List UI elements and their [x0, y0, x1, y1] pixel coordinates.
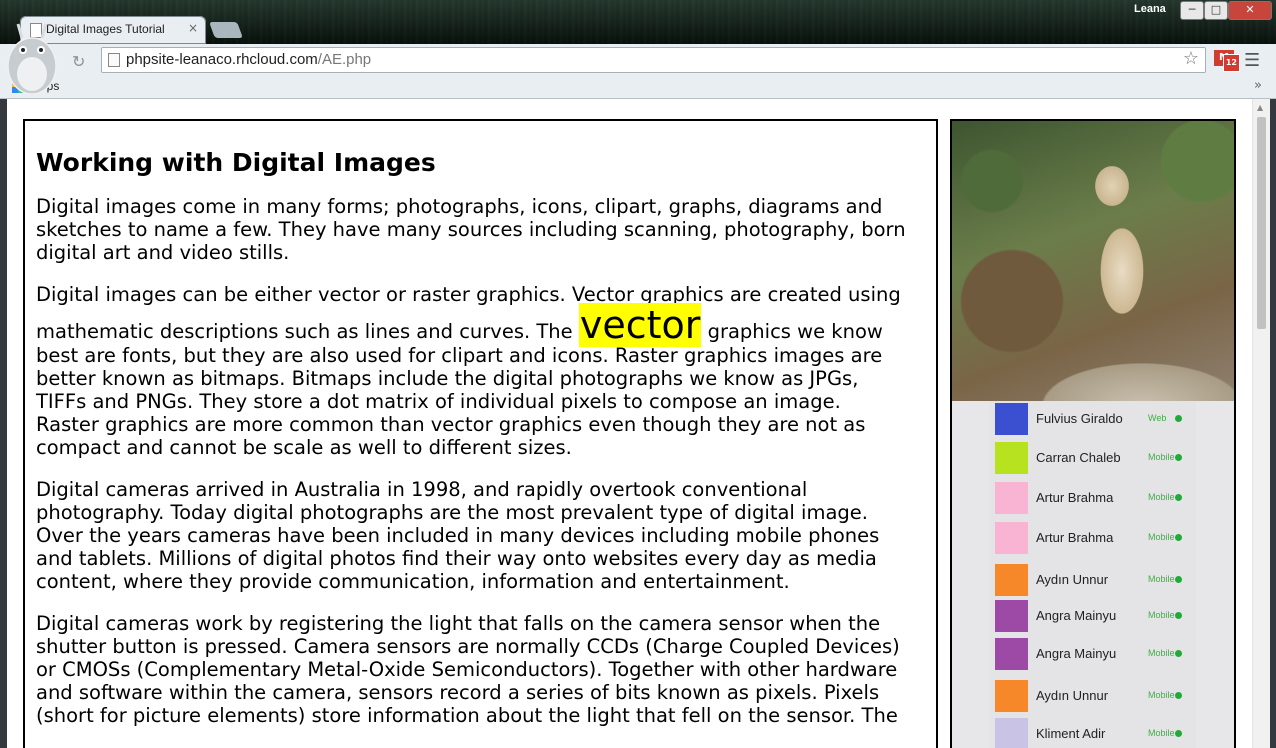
sidebar-panel: Fulvius Giraldo Web Carran Chaleb Mobile Art… [950, 119, 1236, 748]
user-list-item[interactable]: Aydın Unnur Mobile [990, 678, 1196, 716]
user-status-label: Mobile [1148, 574, 1175, 584]
article-panel: Working with Digital Images Digital imag… [23, 119, 938, 748]
avatar [995, 522, 1028, 554]
scrollbar-thumb[interactable] [1257, 117, 1266, 329]
online-dot-icon [1175, 454, 1182, 461]
url-host: phpsite-leanaco.rhcloud.com [126, 51, 318, 68]
online-dot-icon [1175, 494, 1182, 501]
user-name: Fulvius Giraldo [1036, 411, 1123, 426]
user-list-item[interactable]: Artur Brahma Mobile [990, 520, 1196, 558]
avatar [995, 638, 1028, 670]
user-status-label: Mobile [1148, 492, 1175, 502]
page-viewport: Working with Digital Images Digital imag… [7, 99, 1270, 748]
online-users-list: Fulvius Giraldo Web Carran Chaleb Mobile Art… [990, 401, 1196, 748]
bookmarks-bar: Apps » [0, 76, 1276, 99]
bookmark-star-icon[interactable]: ☆ [1183, 48, 1199, 69]
user-name: Aydın Unnur [1036, 572, 1109, 587]
meerkat-photo [952, 121, 1234, 401]
user-status-label: Mobile [1148, 648, 1175, 658]
user-status-label: Mobile [1148, 610, 1175, 620]
user-list-item[interactable]: Carran Chaleb Mobile [990, 440, 1196, 478]
page-title: Working with Digital Images [36, 148, 436, 177]
url-text[interactable]: phpsite-leanaco.rhcloud.com/AE.php [126, 51, 371, 68]
url-path: /AE.php [317, 51, 372, 68]
user-list-item[interactable]: Kliment Adir Mobile [990, 716, 1196, 748]
page-info-icon[interactable] [108, 53, 120, 67]
online-dot-icon [1175, 692, 1182, 699]
gmail-extension-icon[interactable]: M12 [1214, 50, 1240, 72]
user-status-label: Mobile [1148, 728, 1175, 738]
online-dot-icon [1175, 415, 1182, 422]
online-dot-icon [1175, 612, 1182, 619]
avatar [995, 442, 1028, 474]
tab-close-icon[interactable]: × [188, 21, 198, 35]
avatar [995, 403, 1028, 435]
user-list-item[interactable]: Artur Brahma Mobile [990, 480, 1196, 518]
avatar [995, 680, 1028, 712]
avatar [995, 718, 1028, 748]
new-tab-button[interactable] [209, 22, 243, 38]
user-list-item[interactable]: Fulvius Giraldo Web [990, 401, 1196, 439]
user-status-label: Web [1148, 413, 1167, 423]
totoro-theme-icon [7, 23, 57, 95]
user-list-item[interactable]: Angra Mainyu Mobile [990, 636, 1196, 674]
avatar [995, 482, 1028, 514]
online-dot-icon [1175, 576, 1182, 583]
user-name: Angra Mainyu [1036, 608, 1117, 623]
bookmarks-overflow-icon[interactable]: » [1254, 78, 1262, 93]
user-list-item[interactable]: Aydın Unnur Mobile [990, 562, 1196, 600]
browser-menu-icon[interactable]: ☰ [1244, 50, 1260, 71]
close-window-button[interactable]: ✕ [1228, 1, 1272, 20]
user-status-label: Mobile [1148, 532, 1175, 542]
profile-name[interactable]: Leana [1134, 3, 1166, 15]
online-dot-icon [1175, 650, 1182, 657]
user-name: Artur Brahma [1036, 530, 1114, 545]
online-dot-icon [1175, 730, 1182, 737]
user-name: Artur Brahma [1036, 490, 1114, 505]
avatar [995, 564, 1028, 596]
user-list-item[interactable]: Angra Mainyu Mobile [990, 598, 1196, 636]
minimize-button[interactable]: ─ [1180, 1, 1204, 20]
reload-icon[interactable]: ↻ [72, 52, 85, 71]
gmail-unread-count: 12 [1222, 54, 1240, 72]
paragraph-intro: Digital images come in many forms; photo… [36, 195, 906, 264]
paragraph-vector-raster: Digital images can be either vector or r… [36, 283, 906, 459]
user-name: Kliment Adir [1036, 726, 1106, 741]
address-bar[interactable]: phpsite-leanaco.rhcloud.com/AE.php ☆ [101, 47, 1206, 73]
article-body: Digital images come in many forms; photo… [36, 195, 906, 746]
scroll-up-icon[interactable]: ▲ [1257, 103, 1263, 112]
user-status-label: Mobile [1148, 690, 1175, 700]
user-name: Carran Chaleb [1036, 450, 1121, 465]
online-dot-icon [1175, 534, 1182, 541]
maximize-button[interactable]: □ [1204, 1, 1228, 20]
paragraph-sensors: Digital cameras work by registering the … [36, 612, 900, 727]
page-scrollbar[interactable]: ▲ [1252, 99, 1270, 748]
paragraph-cameras: Digital cameras arrived in Australia in … [36, 478, 880, 593]
user-name: Angra Mainyu [1036, 646, 1117, 661]
avatar [995, 600, 1028, 632]
tab-title: Digital Images Tutorial [46, 22, 165, 36]
user-status-label: Mobile [1148, 452, 1175, 462]
user-name: Aydın Unnur [1036, 688, 1109, 703]
highlighted-word: vector [578, 303, 702, 347]
